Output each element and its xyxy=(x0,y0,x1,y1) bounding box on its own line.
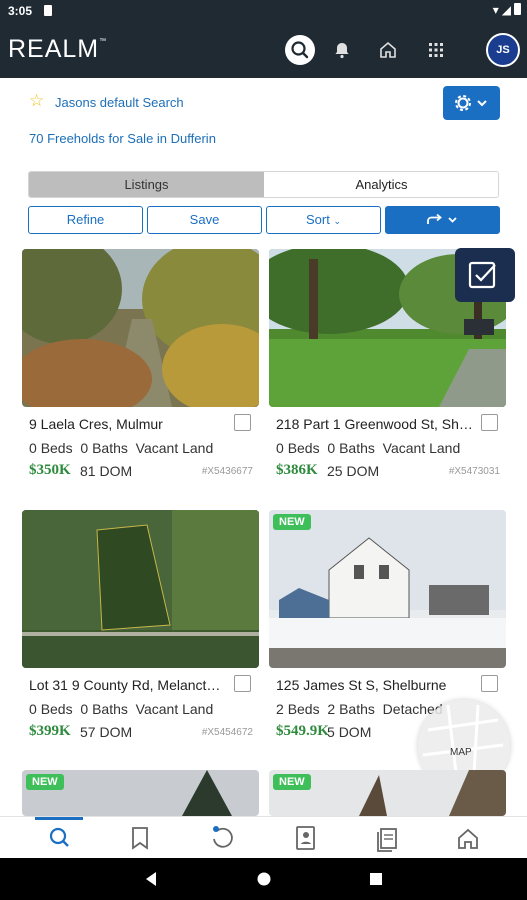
notifications-button[interactable] xyxy=(328,36,356,64)
listing-card[interactable]: 9 Laela Cres, Mulmur 0 Beds 0 Baths Vaca… xyxy=(22,249,259,489)
listing-price: $549.9K xyxy=(276,723,329,739)
days-on-market: 81 DOM xyxy=(80,463,133,479)
nav-search[interactable] xyxy=(30,817,90,859)
edit-fab[interactable] xyxy=(455,248,515,302)
contacts-icon xyxy=(296,826,315,850)
view-tabs: Listings Analytics xyxy=(28,171,499,198)
refresh-icon xyxy=(213,826,233,848)
bottom-nav xyxy=(0,816,527,858)
mls-number: #X5473031 xyxy=(448,466,500,477)
nav-activity[interactable] xyxy=(192,817,252,859)
listing-address[interactable]: Lot 31 9 County Rd, Melanct… xyxy=(29,677,229,693)
mls-number: #X5436677 xyxy=(201,466,253,477)
realm-logo: REALM™ xyxy=(8,35,108,63)
search-icon xyxy=(49,827,69,847)
search-settings-button[interactable] xyxy=(443,86,500,120)
listing-photo[interactable]: NEW xyxy=(269,510,506,668)
listing-photo[interactable] xyxy=(22,249,259,407)
days-on-market: 5 DOM xyxy=(327,724,372,740)
listing-price: $386K xyxy=(276,462,318,478)
home-nav-button[interactable] xyxy=(374,36,402,64)
map-label: MAP xyxy=(450,747,472,758)
refine-button[interactable]: Refine xyxy=(28,206,143,234)
listing-address[interactable]: 218 Part 1 Greenwood St, Sh… xyxy=(276,416,476,432)
listing-details: 0 Beds 0 Baths Vacant Land xyxy=(29,440,214,456)
days-on-market: 57 DOM xyxy=(80,724,133,740)
signal-icon: ◢ xyxy=(501,3,514,17)
apps-button[interactable] xyxy=(422,36,450,64)
listing-photo[interactable]: NEW xyxy=(22,770,259,816)
back-icon[interactable] xyxy=(146,872,156,886)
bookmark-icon xyxy=(132,827,148,850)
listing-card[interactable]: NEW xyxy=(269,770,506,816)
battery-icon xyxy=(514,3,521,15)
edit-checkbox-icon xyxy=(468,261,496,289)
home-icon xyxy=(458,828,478,849)
listing-card[interactable]: NEW xyxy=(22,770,259,816)
nav-contacts[interactable] xyxy=(275,817,335,859)
listing-details: 2 Beds 2 Baths Detached xyxy=(276,701,443,717)
tab-analytics[interactable]: Analytics xyxy=(264,172,498,197)
tab-listings[interactable]: Listings xyxy=(29,172,264,197)
apps-grid-icon xyxy=(429,43,443,57)
select-checkbox[interactable] xyxy=(481,675,498,692)
listing-price: $350K xyxy=(29,462,71,478)
listing-photo[interactable]: NEW xyxy=(269,770,506,816)
nav-saved[interactable] xyxy=(110,817,170,859)
select-checkbox[interactable] xyxy=(234,414,251,431)
listing-card[interactable]: Lot 31 9 County Rd, Melanct… 0 Beds 0 Ba… xyxy=(22,510,259,750)
search-icon xyxy=(291,41,309,59)
home-icon xyxy=(380,41,396,58)
nav-home[interactable] xyxy=(438,817,498,859)
status-icons: ▾◢ xyxy=(493,3,521,17)
new-badge: NEW xyxy=(273,514,311,530)
search-button[interactable] xyxy=(285,35,315,65)
bell-icon xyxy=(335,43,349,59)
select-checkbox[interactable] xyxy=(481,414,498,431)
saved-search[interactable]: ☆ Jasons default Search xyxy=(29,92,329,112)
new-badge: NEW xyxy=(273,774,311,790)
save-button[interactable]: Save xyxy=(147,206,262,234)
share-button[interactable] xyxy=(385,206,500,234)
status-bar: 3:05 ▾◢ xyxy=(0,0,527,22)
mls-number: #X5454672 xyxy=(201,727,253,738)
action-bar: Refine Save Sort ⌄ xyxy=(28,206,500,234)
listing-address[interactable]: 9 Laela Cres, Mulmur xyxy=(29,416,229,432)
gear-icon xyxy=(455,95,487,111)
documents-icon xyxy=(377,828,397,852)
listing-photo[interactable] xyxy=(22,510,259,668)
star-icon[interactable]: ☆ xyxy=(29,92,44,110)
days-on-market: 25 DOM xyxy=(327,463,380,479)
share-icon xyxy=(427,213,457,224)
new-badge: NEW xyxy=(26,774,64,790)
sd-card-icon xyxy=(44,5,52,16)
chevron-down-icon: ⌄ xyxy=(333,216,341,226)
recents-icon[interactable] xyxy=(370,873,382,885)
home-circle-icon[interactable] xyxy=(257,872,271,886)
listing-details: 0 Beds 0 Baths Vacant Land xyxy=(29,701,214,717)
saved-search-name[interactable]: Jasons default Search xyxy=(55,95,184,110)
sort-button[interactable]: Sort ⌄ xyxy=(266,206,381,234)
listing-address[interactable]: 125 James St S, Shelburne xyxy=(276,677,476,693)
status-time: 3:05 xyxy=(8,4,33,18)
result-summary[interactable]: 70 Freeholds for Sale in Dufferin xyxy=(29,131,216,146)
nav-documents[interactable] xyxy=(357,817,417,859)
listing-details: 0 Beds 0 Baths Vacant Land xyxy=(276,440,461,456)
avatar[interactable]: JS xyxy=(486,33,520,67)
select-checkbox[interactable] xyxy=(234,675,251,692)
listing-price: $399K xyxy=(29,723,71,739)
sort-label: Sort xyxy=(305,212,330,227)
wifi-icon: ▾ xyxy=(492,3,502,17)
system-nav-bar xyxy=(0,858,527,900)
app-bar: REALM™ JS xyxy=(0,22,527,78)
